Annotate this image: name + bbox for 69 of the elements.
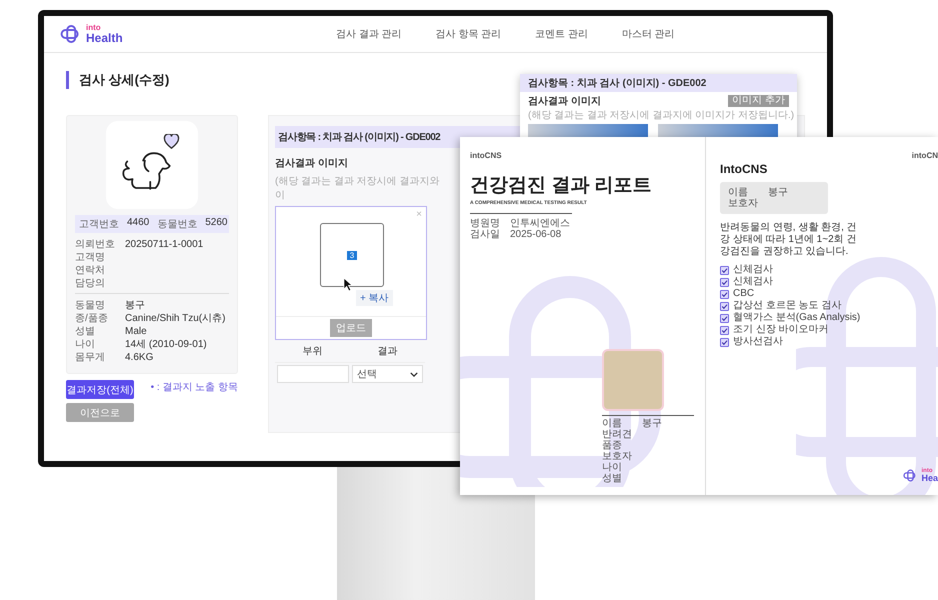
field-label: 동물번호 xyxy=(157,218,198,231)
hint-text: (해당 결과는 결과 저장시에 결과지와 이 xyxy=(275,175,440,202)
field-value: 4.6KG xyxy=(125,351,154,364)
nav-link[interactable]: 마스터 관리 xyxy=(622,27,675,41)
input-field[interactable] xyxy=(277,365,349,383)
field-label: 의뢰번호 xyxy=(75,238,115,251)
logo-text: Hea xyxy=(921,474,938,483)
field-label: 병원명 xyxy=(470,218,501,229)
hint-text: (해당 결과는 결과 저장시에 결과지에 이미지가 저장됩니다.) xyxy=(527,109,796,122)
checklist-label: 방사선검사 xyxy=(733,336,783,348)
nav-link[interactable]: 검사 결과 관리 xyxy=(336,27,402,41)
field-value: 5260 xyxy=(205,217,228,230)
brand-logo: intoCNS xyxy=(470,151,503,160)
legend-note: • : 결과지 노출 항목 xyxy=(150,381,238,395)
report-title: 건강검진 결과 리포트 xyxy=(470,174,653,198)
result-dropdown[interactable]: 선택 xyxy=(352,365,423,383)
save-button[interactable]: 결과저장(전체) xyxy=(66,380,134,399)
field-label: 이름 xyxy=(728,187,749,198)
field-label: 고객명 xyxy=(75,251,106,264)
field-value: 4460 xyxy=(127,217,150,230)
logo-text: Health xyxy=(86,32,123,44)
field-label: 연락처 xyxy=(75,264,106,277)
field-label: 품종 xyxy=(602,440,623,451)
nav-link[interactable]: 검사 항목 관리 xyxy=(436,27,502,41)
field-label: 이름 xyxy=(602,418,623,429)
field-label: 나이 xyxy=(75,338,96,351)
logo-text: into xyxy=(86,24,102,32)
section-header: 검사항목 : 치과 검사 (이미지) - GDE002 xyxy=(520,74,797,92)
checklist-label: 신체검사 xyxy=(733,264,773,276)
column-header: 결과 xyxy=(350,340,425,363)
page-title: 검사 상세(수정) xyxy=(79,71,170,89)
field-value: 봉구 xyxy=(768,187,788,198)
checklist-label: 혈액가스 분석(Gas Analysis) xyxy=(733,312,860,324)
field-value: 봉구 xyxy=(642,418,662,429)
checklist-label: CBC xyxy=(733,288,754,300)
chevron-icon xyxy=(410,372,418,376)
brand-logo: intoCN xyxy=(910,151,938,160)
column-header: 부위 xyxy=(275,340,350,363)
field-label: 고객번호 xyxy=(79,218,119,231)
field-label: 동물명 xyxy=(75,299,106,312)
field-label: 담당의 xyxy=(75,277,106,290)
field-label: 성별 xyxy=(602,473,623,484)
checklist-label: 갑상선 호르몬 농도 검사 xyxy=(733,300,842,312)
section-label: 검사결과 이미지 xyxy=(528,95,601,108)
field-value: Male xyxy=(125,325,147,338)
count-badge: 3 xyxy=(346,250,358,260)
field-value: 14세 (2010-09-01) xyxy=(125,338,207,351)
field-label: 종/품종 xyxy=(75,312,109,325)
field-value: Canine/Shih Tzu(시츄) xyxy=(125,312,226,325)
copy-button[interactable]: + 복사 xyxy=(356,290,393,306)
checklist-label: 신체검사 xyxy=(733,276,773,288)
field-value: 인투씨엔에스 xyxy=(510,218,570,229)
checklist-label: 조기 신장 바이오마커 xyxy=(733,324,829,336)
intro-paragraph: 반려동물의 연령, 생활 환경, 건강 상태에 따라 1년에 1~2회 건강검진을 권장하고 있습니다. xyxy=(720,222,858,258)
field-value: 20250711-1-0001 xyxy=(125,238,204,251)
field-label: 반려견 xyxy=(602,429,633,440)
report-heading: IntoCNS xyxy=(720,162,768,176)
nav-link[interactable]: 코멘트 관리 xyxy=(535,27,588,41)
field-label: 보호자 xyxy=(602,451,633,462)
field-label: 나이 xyxy=(602,462,623,473)
field-label: 검사일 xyxy=(470,229,501,240)
field-value: 봉구 xyxy=(125,299,145,312)
cursor-icon xyxy=(343,277,354,292)
field-label: 몸무게 xyxy=(75,351,106,364)
photo-placeholder xyxy=(602,349,664,411)
field-value: 2025-06-08 xyxy=(510,229,562,240)
field-label: 성별 xyxy=(75,325,96,338)
field-label: 보호자 xyxy=(728,198,759,209)
section-label: 검사결과 이미지 xyxy=(275,157,348,170)
